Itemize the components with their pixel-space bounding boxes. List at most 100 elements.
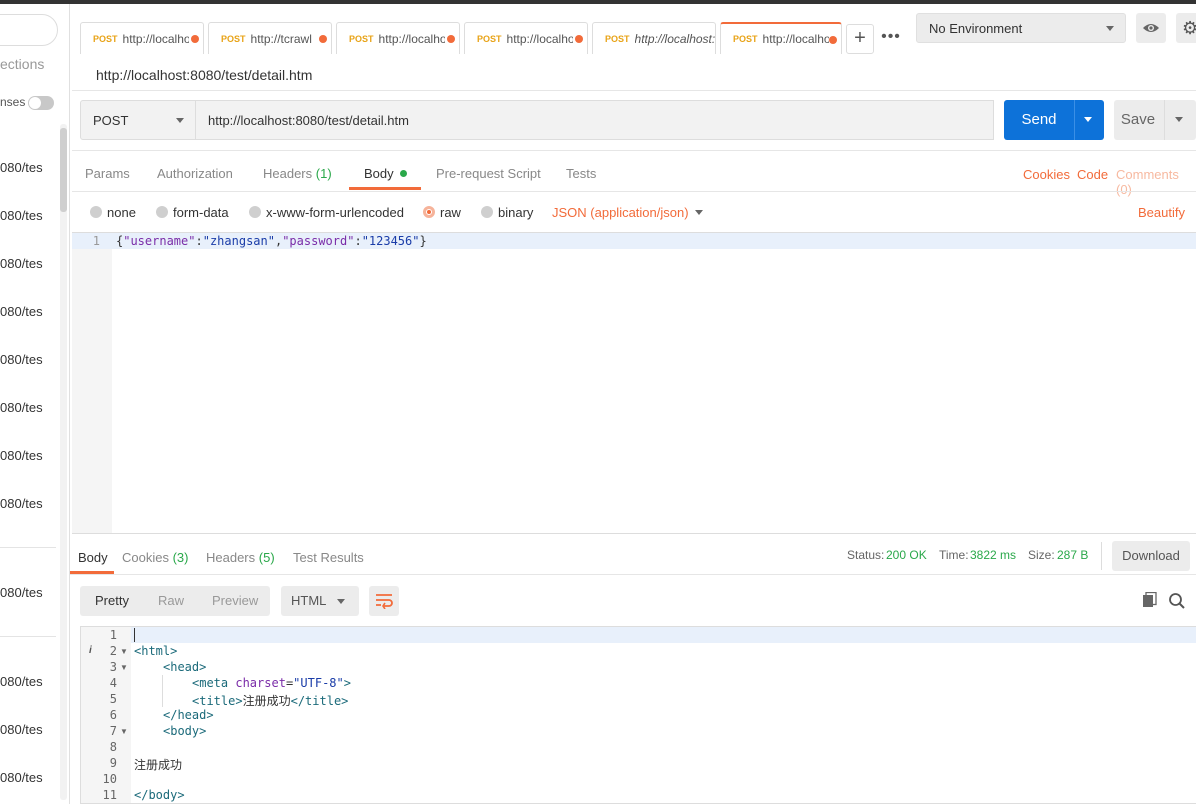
tab-authorization[interactable]: Authorization bbox=[157, 166, 233, 181]
request-tab[interactable]: POST http://tcrawl bbox=[208, 22, 332, 54]
response-body-editor[interactable]: 1 i 2 ▼ 3 ▼ 4 5 6 7 ▼ 8 9 10 11 <html> <… bbox=[80, 626, 1196, 804]
request-body-editor[interactable]: 1 {"username":"zhangsan","password":"123… bbox=[72, 232, 1196, 534]
method-select[interactable]: POST bbox=[80, 100, 196, 140]
environment-quick-look-button[interactable] bbox=[1136, 13, 1166, 43]
tab-headers[interactable]: Headers (1) bbox=[263, 166, 332, 181]
caret-down-icon bbox=[1106, 26, 1114, 31]
request-tab[interactable]: POST http://localhost:8080/test/detail.h… bbox=[336, 22, 460, 54]
save-options-caret-icon[interactable] bbox=[1175, 117, 1183, 122]
copy-icon[interactable] bbox=[1142, 592, 1158, 608]
radio-none[interactable] bbox=[90, 206, 102, 218]
url-input[interactable]: http://localhost:8080/test/detail.htm bbox=[196, 100, 994, 140]
code-line[interactable]: <title>注册成功</title> bbox=[192, 692, 348, 709]
manage-environments-button[interactable]: ⚙ bbox=[1176, 13, 1196, 43]
radio-urlencoded-label[interactable]: x-www-form-urlencoded bbox=[266, 205, 404, 220]
response-tab-body[interactable]: Body bbox=[78, 550, 108, 565]
save-button[interactable]: Save bbox=[1114, 100, 1196, 140]
tab-body[interactable]: Body bbox=[364, 166, 407, 181]
status-value[interactable]: 200 OK bbox=[886, 548, 927, 562]
tab-prerequest-script[interactable]: Pre-request Script bbox=[436, 166, 541, 181]
code-line[interactable]: {"username":"zhangsan","password":"12345… bbox=[116, 234, 427, 248]
caret-down-icon[interactable] bbox=[695, 210, 703, 215]
response-format-select[interactable]: HTML bbox=[281, 586, 359, 616]
search-icon[interactable] bbox=[1168, 592, 1186, 610]
size-value[interactable]: 287 B bbox=[1057, 548, 1088, 562]
tab-url: http://localhost: bbox=[634, 31, 715, 46]
save-divider bbox=[1164, 100, 1165, 140]
code-line[interactable]: </body> bbox=[134, 788, 185, 802]
sidebar-scrollbar-thumb[interactable] bbox=[60, 128, 67, 212]
fold-caret-icon[interactable]: ▼ bbox=[120, 647, 128, 656]
code-line[interactable]: <head> bbox=[163, 660, 206, 674]
request-tab[interactable]: POST http://localhost:8080/test/detail.h… bbox=[464, 22, 588, 54]
history-item[interactable]: 080/tes bbox=[0, 585, 43, 600]
tab-url: http://localhost:8080/test/detail.htm bbox=[506, 31, 573, 46]
code-line[interactable]: </head> bbox=[163, 708, 214, 722]
history-item[interactable]: 080/tes bbox=[0, 448, 43, 463]
caret-down-icon bbox=[337, 599, 345, 604]
history-item[interactable]: 080/tes bbox=[0, 496, 43, 511]
tab-method: POST bbox=[477, 33, 502, 44]
active-tab-indicator bbox=[349, 187, 421, 190]
radio-form-data[interactable] bbox=[156, 206, 168, 218]
history-item[interactable]: 080/tes bbox=[0, 256, 43, 271]
response-tab-cookies[interactable]: Cookies (3) bbox=[122, 550, 188, 565]
divider bbox=[1101, 542, 1102, 570]
line-number: 7 bbox=[109, 724, 117, 738]
radio-urlencoded[interactable] bbox=[249, 206, 261, 218]
environment-select[interactable]: No Environment bbox=[916, 13, 1126, 43]
request-tab-preview[interactable]: POST http://localhost: bbox=[592, 22, 716, 54]
cookies-link[interactable]: Cookies bbox=[1023, 167, 1070, 182]
history-item[interactable]: 080/tes bbox=[0, 304, 43, 319]
download-button[interactable]: Download bbox=[1112, 541, 1190, 571]
time-value[interactable]: 3822 ms bbox=[970, 548, 1016, 562]
radio-raw-label[interactable]: raw bbox=[440, 205, 461, 220]
view-preview-button[interactable]: Preview bbox=[212, 593, 258, 608]
tab-tests[interactable]: Tests bbox=[566, 166, 596, 181]
request-tab-active[interactable]: POST http://localhost:8080/test/detail.h… bbox=[720, 22, 842, 54]
code-link[interactable]: Code bbox=[1077, 167, 1108, 182]
send-options-caret-icon[interactable] bbox=[1084, 117, 1092, 122]
history-item[interactable]: 080/tes bbox=[0, 352, 43, 367]
view-raw-button[interactable]: Raw bbox=[158, 593, 184, 608]
history-item[interactable]: 080/tes bbox=[0, 770, 43, 785]
radio-form-data-label[interactable]: form-data bbox=[173, 205, 229, 220]
history-item[interactable]: 080/tes bbox=[0, 722, 43, 737]
fold-caret-icon[interactable]: ▼ bbox=[120, 727, 128, 736]
new-tab-button[interactable]: + bbox=[846, 24, 874, 54]
history-item[interactable]: 080/tes bbox=[0, 208, 43, 223]
line-number: 2 bbox=[109, 644, 117, 658]
view-pretty-button[interactable]: Pretty bbox=[95, 593, 129, 608]
response-tab-headers[interactable]: Headers (5) bbox=[206, 550, 275, 565]
history-item[interactable]: 080/tes bbox=[0, 674, 43, 689]
text-cursor bbox=[134, 628, 135, 642]
history-group-divider bbox=[0, 547, 56, 548]
beautify-link[interactable]: Beautify bbox=[1138, 205, 1185, 220]
indent-guide bbox=[162, 675, 163, 707]
radio-binary[interactable] bbox=[481, 206, 493, 218]
content-type-select[interactable]: JSON (application/json) bbox=[552, 205, 689, 220]
request-tab[interactable]: POST http://localhost:8080/test/detail.h… bbox=[80, 22, 204, 54]
collections-tab[interactable]: ections bbox=[0, 56, 44, 72]
save-responses-toggle[interactable] bbox=[28, 96, 54, 110]
send-button[interactable]: Send bbox=[1004, 100, 1104, 140]
fold-caret-icon[interactable]: ▼ bbox=[120, 663, 128, 672]
cookies-count: (3) bbox=[172, 550, 189, 565]
radio-binary-label[interactable]: binary bbox=[498, 205, 533, 220]
sidebar-search-input[interactable] bbox=[0, 14, 58, 46]
code-line[interactable]: <html> bbox=[134, 644, 177, 658]
radio-none-label[interactable]: none bbox=[107, 205, 136, 220]
code-line[interactable]: <meta charset="UTF-8"> bbox=[192, 676, 351, 690]
response-tab-test-results[interactable]: Test Results bbox=[293, 550, 364, 565]
wrap-lines-button[interactable] bbox=[369, 586, 399, 616]
sidebar-scrollbar-track[interactable] bbox=[60, 124, 67, 800]
radio-raw[interactable] bbox=[423, 206, 435, 218]
code-line[interactable]: <body> bbox=[163, 724, 206, 738]
tab-params[interactable]: Params bbox=[85, 166, 130, 181]
method-value: POST bbox=[93, 113, 129, 128]
history-item[interactable]: 080/tes bbox=[0, 160, 43, 175]
tab-options-button[interactable]: ••• bbox=[878, 24, 904, 54]
comments-link[interactable]: Comments (0) bbox=[1116, 167, 1196, 197]
history-item[interactable]: 080/tes bbox=[0, 400, 43, 415]
code-line[interactable]: 注册成功 bbox=[134, 756, 182, 773]
